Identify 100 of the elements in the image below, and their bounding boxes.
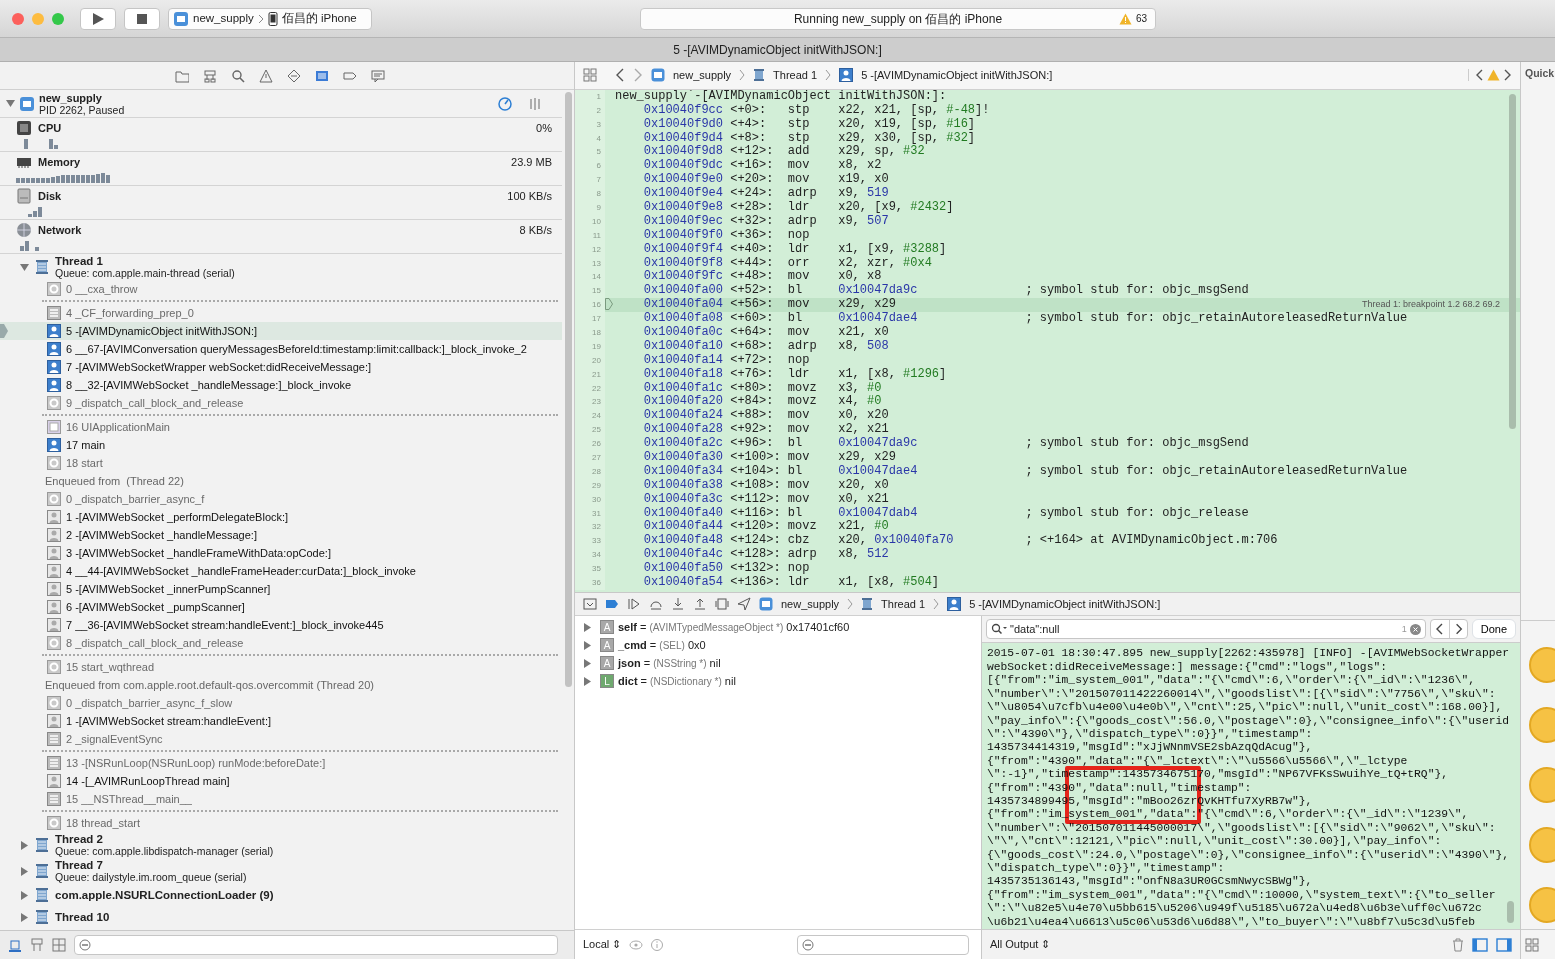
- stack-frame[interactable]: 18 start: [0, 454, 562, 472]
- disclosure-triangle[interactable]: [6, 99, 15, 108]
- close-button[interactable]: [12, 12, 24, 25]
- thread-name[interactable]: com.apple.NSURLConnectionLoader (9): [55, 889, 274, 901]
- stack-frame[interactable]: 6 __67-[AVIMConversation queryMessagesBeforeId:timestamp:limit:callback:]_block_invoke_2: [0, 340, 562, 358]
- scheme-selector[interactable]: new_supply 佰昌的 iPhone: [168, 7, 372, 30]
- list-icon[interactable]: [315, 68, 329, 83]
- disclosure-triangle[interactable]: [20, 890, 29, 900]
- disclosure-triangle[interactable]: [20, 866, 29, 876]
- stack-frame[interactable]: 8 _dispatch_call_block_and_release: [0, 634, 562, 652]
- variable-entry[interactable]: json = (NSString *) nil: [618, 655, 721, 672]
- clear-icon[interactable]: [1409, 623, 1421, 635]
- location-icon[interactable]: [737, 597, 751, 611]
- right-panel-icon[interactable]: [1496, 937, 1512, 952]
- stack-frame[interactable]: 1 -[AVIMWebSocket stream:handleEvent:]: [0, 712, 562, 730]
- filter-field[interactable]: [74, 935, 558, 955]
- gauge-icon[interactable]: [498, 96, 512, 111]
- run-button[interactable]: [80, 7, 116, 30]
- stack-frame[interactable]: 5 -[AVIMWebSocket _innerPumpScanner]: [0, 580, 562, 598]
- step-out-icon[interactable]: [693, 597, 707, 611]
- diamond-icon[interactable]: [287, 68, 301, 83]
- library-item-icon[interactable]: [1529, 707, 1555, 743]
- gauge-panel[interactable]: Memory 23.9 MB: [0, 152, 562, 186]
- warning-icon[interactable]: [259, 68, 273, 83]
- frame-icon[interactable]: [8, 938, 22, 952]
- stack-frame[interactable]: 16 UIApplicationMain: [0, 418, 562, 436]
- library-item-icon[interactable]: [1529, 767, 1555, 803]
- breadcrumb[interactable]: new_supply: [781, 595, 840, 613]
- breadcrumb[interactable]: new_supply: [673, 67, 732, 84]
- folder-icon[interactable]: [175, 68, 189, 83]
- stack-frame[interactable]: 14 -[_AVIMRunLoopThread main]: [0, 772, 562, 790]
- scrollbar-thumb[interactable]: [565, 92, 572, 687]
- thread-name[interactable]: Thread 1: [55, 255, 235, 267]
- scope-selector[interactable]: Local ⇕: [583, 936, 622, 953]
- breadcrumb[interactable]: Thread 1: [773, 67, 818, 84]
- back-icon[interactable]: [615, 68, 625, 83]
- stack-frame[interactable]: 8 __32-[AVIMWebSocket _handleMessage:]_block_invoke: [0, 376, 562, 394]
- stack-frame[interactable]: 2 -[AVIMWebSocket _handleMessage:]: [0, 526, 562, 544]
- filter-field[interactable]: [797, 934, 969, 955]
- scrollbar-thumb[interactable]: [1509, 93, 1516, 429]
- left-panel-icon[interactable]: [1472, 937, 1488, 952]
- message-icon[interactable]: [371, 68, 385, 83]
- breadcrumb[interactable]: 5 -[AVIMDynamicObject initWithJSON:]: [861, 67, 1053, 84]
- gauge-panel[interactable]: Network 8 KB/s: [0, 220, 562, 254]
- stack-frame[interactable]: 15 start_wqthread: [0, 658, 562, 676]
- hierarchy-icon[interactable]: [203, 68, 217, 83]
- library-item-icon[interactable]: [1529, 887, 1555, 923]
- info-icon[interactable]: [651, 938, 664, 951]
- variable-entry[interactable]: dict = (NSDictionary *) nil: [618, 673, 736, 690]
- trash-icon[interactable]: [1452, 937, 1464, 952]
- view-debugger-icon[interactable]: [715, 597, 729, 611]
- variable-entry[interactable]: self = (AVIMTypedMessageObject *) 0x17401cf60: [618, 619, 850, 636]
- stack-frame[interactable]: 0 __cxa_throw: [0, 280, 562, 298]
- stack-frame[interactable]: 7 __36-[AVIMWebSocket stream:handleEvent:]_block_invoke445: [0, 616, 562, 634]
- hierarchy-icon[interactable]: [30, 938, 44, 952]
- library-item-icon[interactable]: [1529, 647, 1555, 683]
- search-field[interactable]: "data":null 1: [986, 619, 1426, 640]
- stack-frame[interactable]: 2 _signalEventSync: [0, 730, 562, 748]
- library-item-icon[interactable]: [1529, 827, 1555, 863]
- stack-frame[interactable]: 18 thread_start: [0, 814, 562, 832]
- stack-frame[interactable]: 15 __NSThread__main__: [0, 790, 562, 808]
- disclosure-triangle[interactable]: [20, 262, 29, 272]
- eye-icon[interactable]: [629, 939, 644, 950]
- warning-indicator[interactable]: 63: [1118, 11, 1147, 26]
- stack-frame[interactable]: 0 _dispatch_barrier_async_f: [0, 490, 562, 508]
- variable-entry[interactable]: _cmd = (SEL) 0x0: [618, 637, 706, 654]
- thread-name[interactable]: Thread 2: [55, 833, 274, 845]
- stack-frame[interactable]: 6 -[AVIMWebSocket _pumpScanner]: [0, 598, 562, 616]
- thread-name[interactable]: Thread 10: [55, 911, 110, 923]
- columns-icon[interactable]: [528, 96, 542, 111]
- thread-name[interactable]: Thread 7: [55, 859, 247, 871]
- breadcrumb[interactable]: 5 -[AVIMDynamicObject initWithJSON:]: [969, 595, 1161, 613]
- stack-frame[interactable]: 0 _dispatch_barrier_async_f_slow: [0, 694, 562, 712]
- tab-title[interactable]: 5 -[AVIMDynamicObject initWithJSON:]: [673, 40, 882, 59]
- stack-frame[interactable]: 4 _CF_forwarding_prep_0: [0, 304, 562, 322]
- gauge-panel[interactable]: Disk 100 KB/s: [0, 186, 562, 220]
- breakpoint-icon[interactable]: [605, 597, 619, 611]
- stack-frame[interactable]: 3 -[AVIMWebSocket _handleFrameWithData:opCode:]: [0, 544, 562, 562]
- done-button[interactable]: Done: [1471, 619, 1516, 640]
- stop-button[interactable]: [124, 7, 160, 30]
- stack-frame[interactable]: 17 main: [0, 436, 562, 454]
- disclosure-triangle[interactable]: [20, 912, 29, 922]
- search-icon[interactable]: [231, 68, 245, 83]
- step-into-icon[interactable]: [671, 597, 685, 611]
- disclosure-triangle[interactable]: [20, 840, 29, 850]
- back-icon[interactable]: [1475, 69, 1483, 82]
- gauge-panel[interactable]: CPU 0%: [0, 118, 562, 152]
- grid-icon[interactable]: [583, 68, 597, 83]
- stack-frame[interactable]: 4 __44-[AVIMWebSocket _handleFrameHeader:curData:]_block_invoke: [0, 562, 562, 580]
- forward-icon[interactable]: [1504, 69, 1512, 82]
- output-selector[interactable]: All Output ⇕: [990, 936, 1051, 953]
- breadcrumb[interactable]: Thread 1: [881, 595, 926, 613]
- stack-frame[interactable]: 7 -[AVIMWebSocketWrapper webSocket:didReceiveMessage:]: [0, 358, 562, 376]
- grid-icon[interactable]: [52, 938, 66, 952]
- stack-frame[interactable]: 5 -[AVIMDynamicObject initWithJSON:]: [0, 322, 562, 340]
- stack-frame[interactable]: 1 -[AVIMWebSocket _performDelegateBlock:]: [0, 508, 562, 526]
- continue-icon[interactable]: [627, 597, 641, 611]
- hide-panel-icon[interactable]: [583, 597, 597, 611]
- stack-frame[interactable]: 9 _dispatch_call_block_and_release: [0, 394, 562, 412]
- scrollbar-thumb[interactable]: [1507, 901, 1514, 923]
